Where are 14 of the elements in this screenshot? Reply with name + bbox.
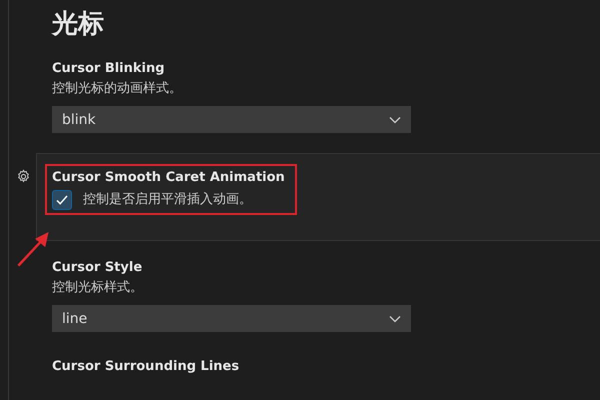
section-heading: 光标: [52, 8, 105, 41]
checkbox[interactable]: [52, 190, 72, 210]
setting-title: Cursor Blinking: [52, 60, 166, 78]
setting-title: Cursor Style: [52, 259, 144, 277]
chevron-icon: [389, 116, 401, 124]
dropdown[interactable]: blink: [52, 106, 411, 133]
setting-description: 控制光标的动画样式。: [52, 80, 183, 98]
setting-description: 控制光标样式。: [52, 279, 144, 297]
setting-title: Cursor Surrounding Lines: [52, 358, 240, 376]
settings-icon[interactable]: [16, 169, 31, 184]
dropdown[interactable]: line: [52, 305, 411, 332]
chevron-icon: [389, 314, 401, 322]
setting-description: 控制是否启用平滑插入动画。: [83, 191, 252, 209]
setting-title: Cursor Smooth Caret Animation: [52, 169, 285, 187]
